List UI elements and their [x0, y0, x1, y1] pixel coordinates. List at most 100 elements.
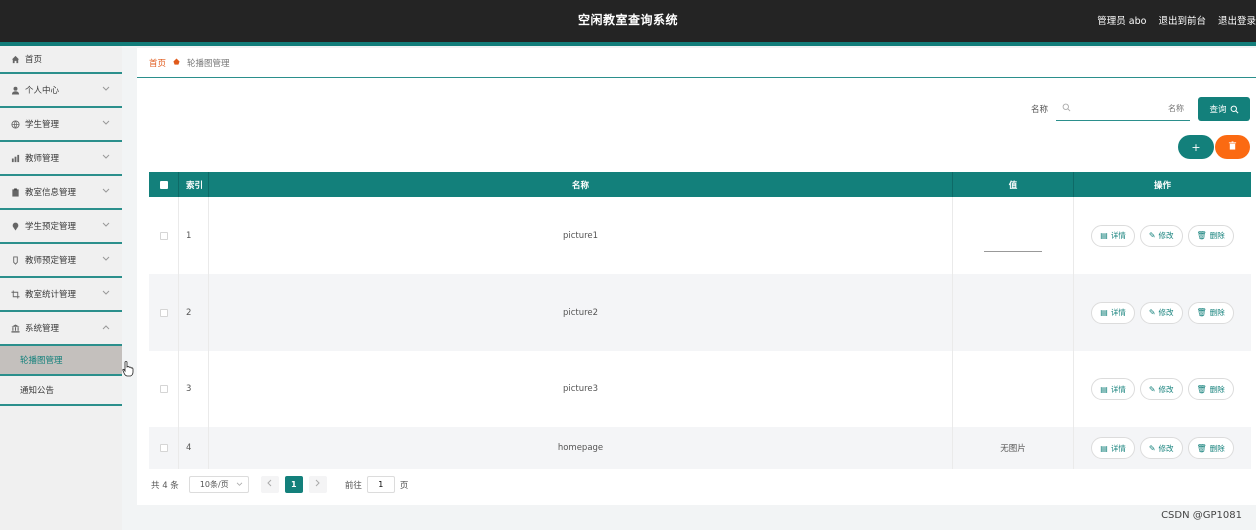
row-checkbox-cell: [149, 274, 179, 351]
detail-label: 详情: [1110, 308, 1126, 317]
table-row: 4 homepage 无图片 ▤ 详情 ✎ 修改 🗑 删除: [149, 427, 1251, 469]
delete-button[interactable]: 🗑 删除: [1187, 437, 1234, 459]
bank-icon: [10, 323, 20, 333]
row-checkbox[interactable]: [159, 385, 168, 393]
chevron-up-icon: [102, 323, 110, 332]
goto-page-input[interactable]: [367, 480, 394, 489]
page-size-select[interactable]: 10条/页: [188, 476, 249, 493]
sidebar-subitem-carousel[interactable]: 轮播图管理: [0, 346, 122, 376]
edit-button[interactable]: ✎ 修改: [1139, 437, 1183, 459]
batch-delete-button[interactable]: [1215, 135, 1250, 159]
document-icon: ▤: [1100, 443, 1108, 453]
row-value: [953, 351, 1074, 427]
sidebar-item-label: 学生预定管理: [25, 222, 77, 232]
sidebar-item-students[interactable]: 学生管理: [0, 108, 122, 142]
chart-icon: [10, 153, 20, 163]
row-checkbox[interactable]: [159, 231, 168, 240]
row-actions: ▤ 详情 ✎ 修改 🗑 删除: [1074, 197, 1251, 274]
sidebar-item-system[interactable]: 系统管理: [0, 312, 122, 346]
sidebar-item-teachers[interactable]: 教师管理: [0, 142, 122, 176]
header-name: 名称: [209, 172, 953, 197]
sidebar-item-student-booking[interactable]: 学生预定管理: [0, 210, 122, 244]
row-checkbox[interactable]: [159, 444, 168, 452]
edit-button[interactable]: ✎ 修改: [1139, 301, 1183, 324]
sidebar-subitem-label: 通知公告: [20, 386, 55, 396]
detail-label: 详情: [1110, 443, 1126, 453]
sidebar-item-label: 个人中心: [25, 86, 60, 96]
delete-label: 删除: [1209, 231, 1225, 240]
document-icon: ▤: [1100, 231, 1108, 240]
sidebar-item-home[interactable]: 首页: [0, 46, 122, 74]
goto-page-field[interactable]: [366, 476, 395, 493]
detail-button[interactable]: ▤ 详情: [1091, 378, 1135, 400]
select-all-checkbox-cell[interactable]: [149, 172, 179, 197]
detail-button[interactable]: ▤ 详情: [1091, 224, 1135, 247]
select-all-checkbox[interactable]: [159, 180, 168, 189]
page-number-button[interactable]: 1: [284, 476, 303, 493]
sidebar-item-personal-center[interactable]: 个人中心: [0, 74, 122, 108]
chevron-down-icon: [102, 85, 110, 94]
trash-icon: 🗑: [1196, 308, 1207, 317]
next-page-button[interactable]: [308, 476, 327, 493]
plus-icon: +: [1191, 140, 1201, 154]
exit-to-front-link[interactable]: 退出到前台: [1158, 13, 1206, 27]
top-bar-actions: 管理员 abo 退出到前台 退出登录: [1097, 0, 1256, 40]
search-button[interactable]: 查询: [1198, 97, 1250, 121]
edit-label: 修改: [1158, 308, 1174, 317]
delete-label: 删除: [1209, 308, 1225, 317]
watermark: CSDN @GP1081: [1161, 510, 1242, 521]
logout-link[interactable]: 退出登录: [1218, 13, 1256, 27]
search-input[interactable]: [1071, 104, 1184, 113]
add-button[interactable]: +: [1178, 135, 1214, 159]
sidebar-item-classroom-stats[interactable]: 教室统计管理: [0, 278, 122, 312]
sidebar-subitem-label: 轮播图管理: [20, 356, 63, 366]
row-checkbox-cell: [149, 427, 179, 469]
prev-page-button[interactable]: [260, 476, 279, 493]
admin-label: 管理员 abo: [1097, 16, 1147, 27]
header-accent-line: [0, 42, 1256, 46]
delete-label: 删除: [1209, 384, 1225, 394]
data-table: 索引 名称 值 操作 1 picture1 ▤ 详情 ✎ 修改 🗑 删除 2 pict…: [149, 172, 1251, 469]
detail-button[interactable]: ▤ 详情: [1091, 437, 1135, 459]
row-index: 1: [179, 197, 209, 274]
row-checkbox-cell: [149, 351, 179, 427]
row-value: 无图片: [953, 427, 1074, 469]
search-bar: 名称 查询: [1031, 97, 1250, 121]
sidebar-item-label: 教师预定管理: [25, 256, 77, 266]
edit-button[interactable]: ✎ 修改: [1139, 378, 1183, 400]
row-actions: ▤ 详情 ✎ 修改 🗑 删除: [1074, 274, 1251, 351]
sidebar-item-teacher-booking[interactable]: 教师预定管理: [0, 244, 122, 278]
table-row: 2 picture2 ▤ 详情 ✎ 修改 🗑 删除: [149, 274, 1251, 351]
chevron-down-icon: [102, 221, 110, 230]
pencil-icon: ✎: [1148, 308, 1156, 317]
breadcrumb-separator-icon: [173, 58, 180, 67]
row-name: picture2: [209, 274, 953, 351]
pencil-icon: ✎: [1148, 384, 1156, 394]
row-checkbox[interactable]: [159, 308, 168, 317]
badge-icon: [10, 255, 20, 265]
document-icon: ▤: [1100, 308, 1108, 317]
table-row: 3 picture3 ▤ 详情 ✎ 修改 🗑 删除: [149, 351, 1251, 427]
edit-label: 修改: [1158, 443, 1174, 453]
header-value: 值: [953, 172, 1074, 197]
pin-icon: [10, 221, 20, 231]
chevron-down-icon: [236, 480, 243, 489]
trash-icon: 🗑: [1196, 384, 1207, 394]
chevron-down-icon: [102, 187, 110, 196]
total-count: 共 4 条: [151, 480, 179, 491]
row-checkbox-cell: [149, 197, 179, 274]
search-icon: [1062, 103, 1071, 115]
sidebar-item-classroom-info[interactable]: 教室信息管理: [0, 176, 122, 210]
detail-button[interactable]: ▤ 详情: [1091, 301, 1135, 324]
pagination: 共 4 条 10条/页 1 前往 页: [151, 476, 408, 493]
delete-button[interactable]: 🗑 删除: [1187, 224, 1234, 247]
edit-button[interactable]: ✎ 修改: [1139, 224, 1183, 247]
breadcrumb-home[interactable]: 首页: [149, 57, 166, 69]
trash-icon: 🗑: [1196, 231, 1207, 240]
delete-button[interactable]: 🗑 删除: [1187, 301, 1234, 324]
sidebar-subitem-notice[interactable]: 通知公告: [0, 376, 122, 406]
header-ops: 操作: [1153, 180, 1171, 191]
delete-button[interactable]: 🗑 删除: [1187, 378, 1234, 400]
search-button-label: 查询: [1209, 105, 1227, 115]
row-name: picture1: [209, 197, 953, 274]
